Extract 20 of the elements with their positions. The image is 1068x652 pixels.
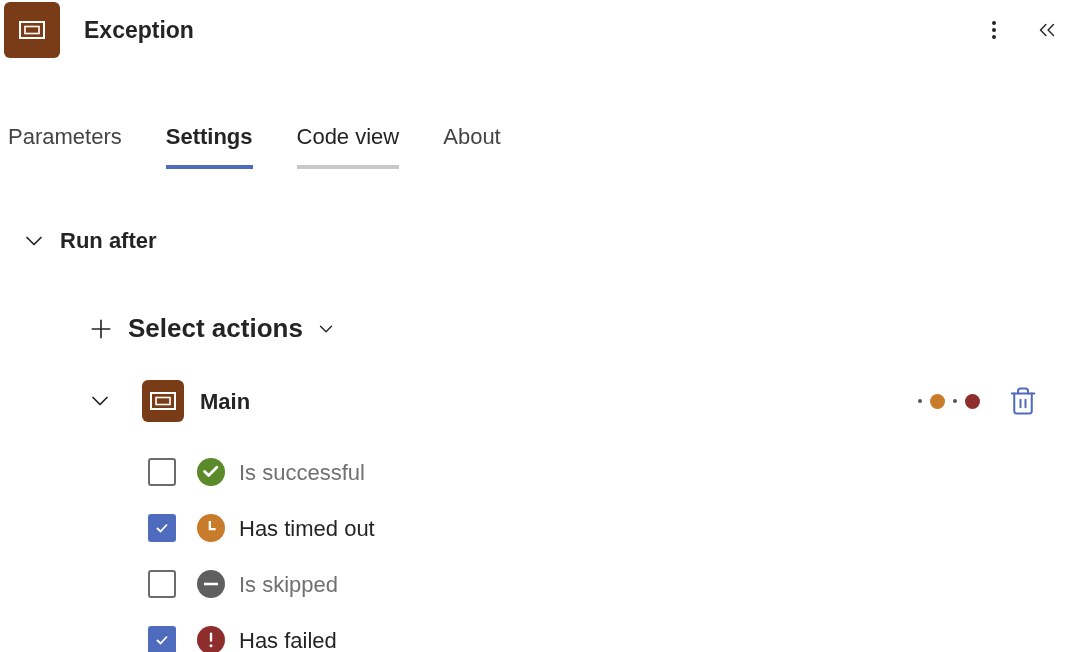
action-icon [142,380,184,422]
checkbox[interactable] [148,570,176,598]
condition-label: Has timed out [239,514,375,543]
delete-icon[interactable] [1008,386,1038,416]
condition-label: Is skipped [239,570,339,599]
action-name: Main [200,387,251,416]
select-actions-button[interactable]: Select actions [86,309,337,348]
checkbox[interactable] [148,458,176,486]
check-icon [155,634,169,646]
condition-label: Is successful [239,458,365,487]
checkbox[interactable] [148,514,176,542]
tab[interactable]: Parameters [8,120,122,169]
tab[interactable]: Code view [296,120,400,169]
tab[interactable]: About [443,120,501,169]
condition-label: Has failed [239,626,337,652]
section-header[interactable]: Run after [20,224,157,257]
panel-title: Exception [84,15,194,45]
tab[interactable]: Settings [165,120,253,169]
check-icon [155,522,169,534]
checkbox[interactable] [148,626,176,652]
